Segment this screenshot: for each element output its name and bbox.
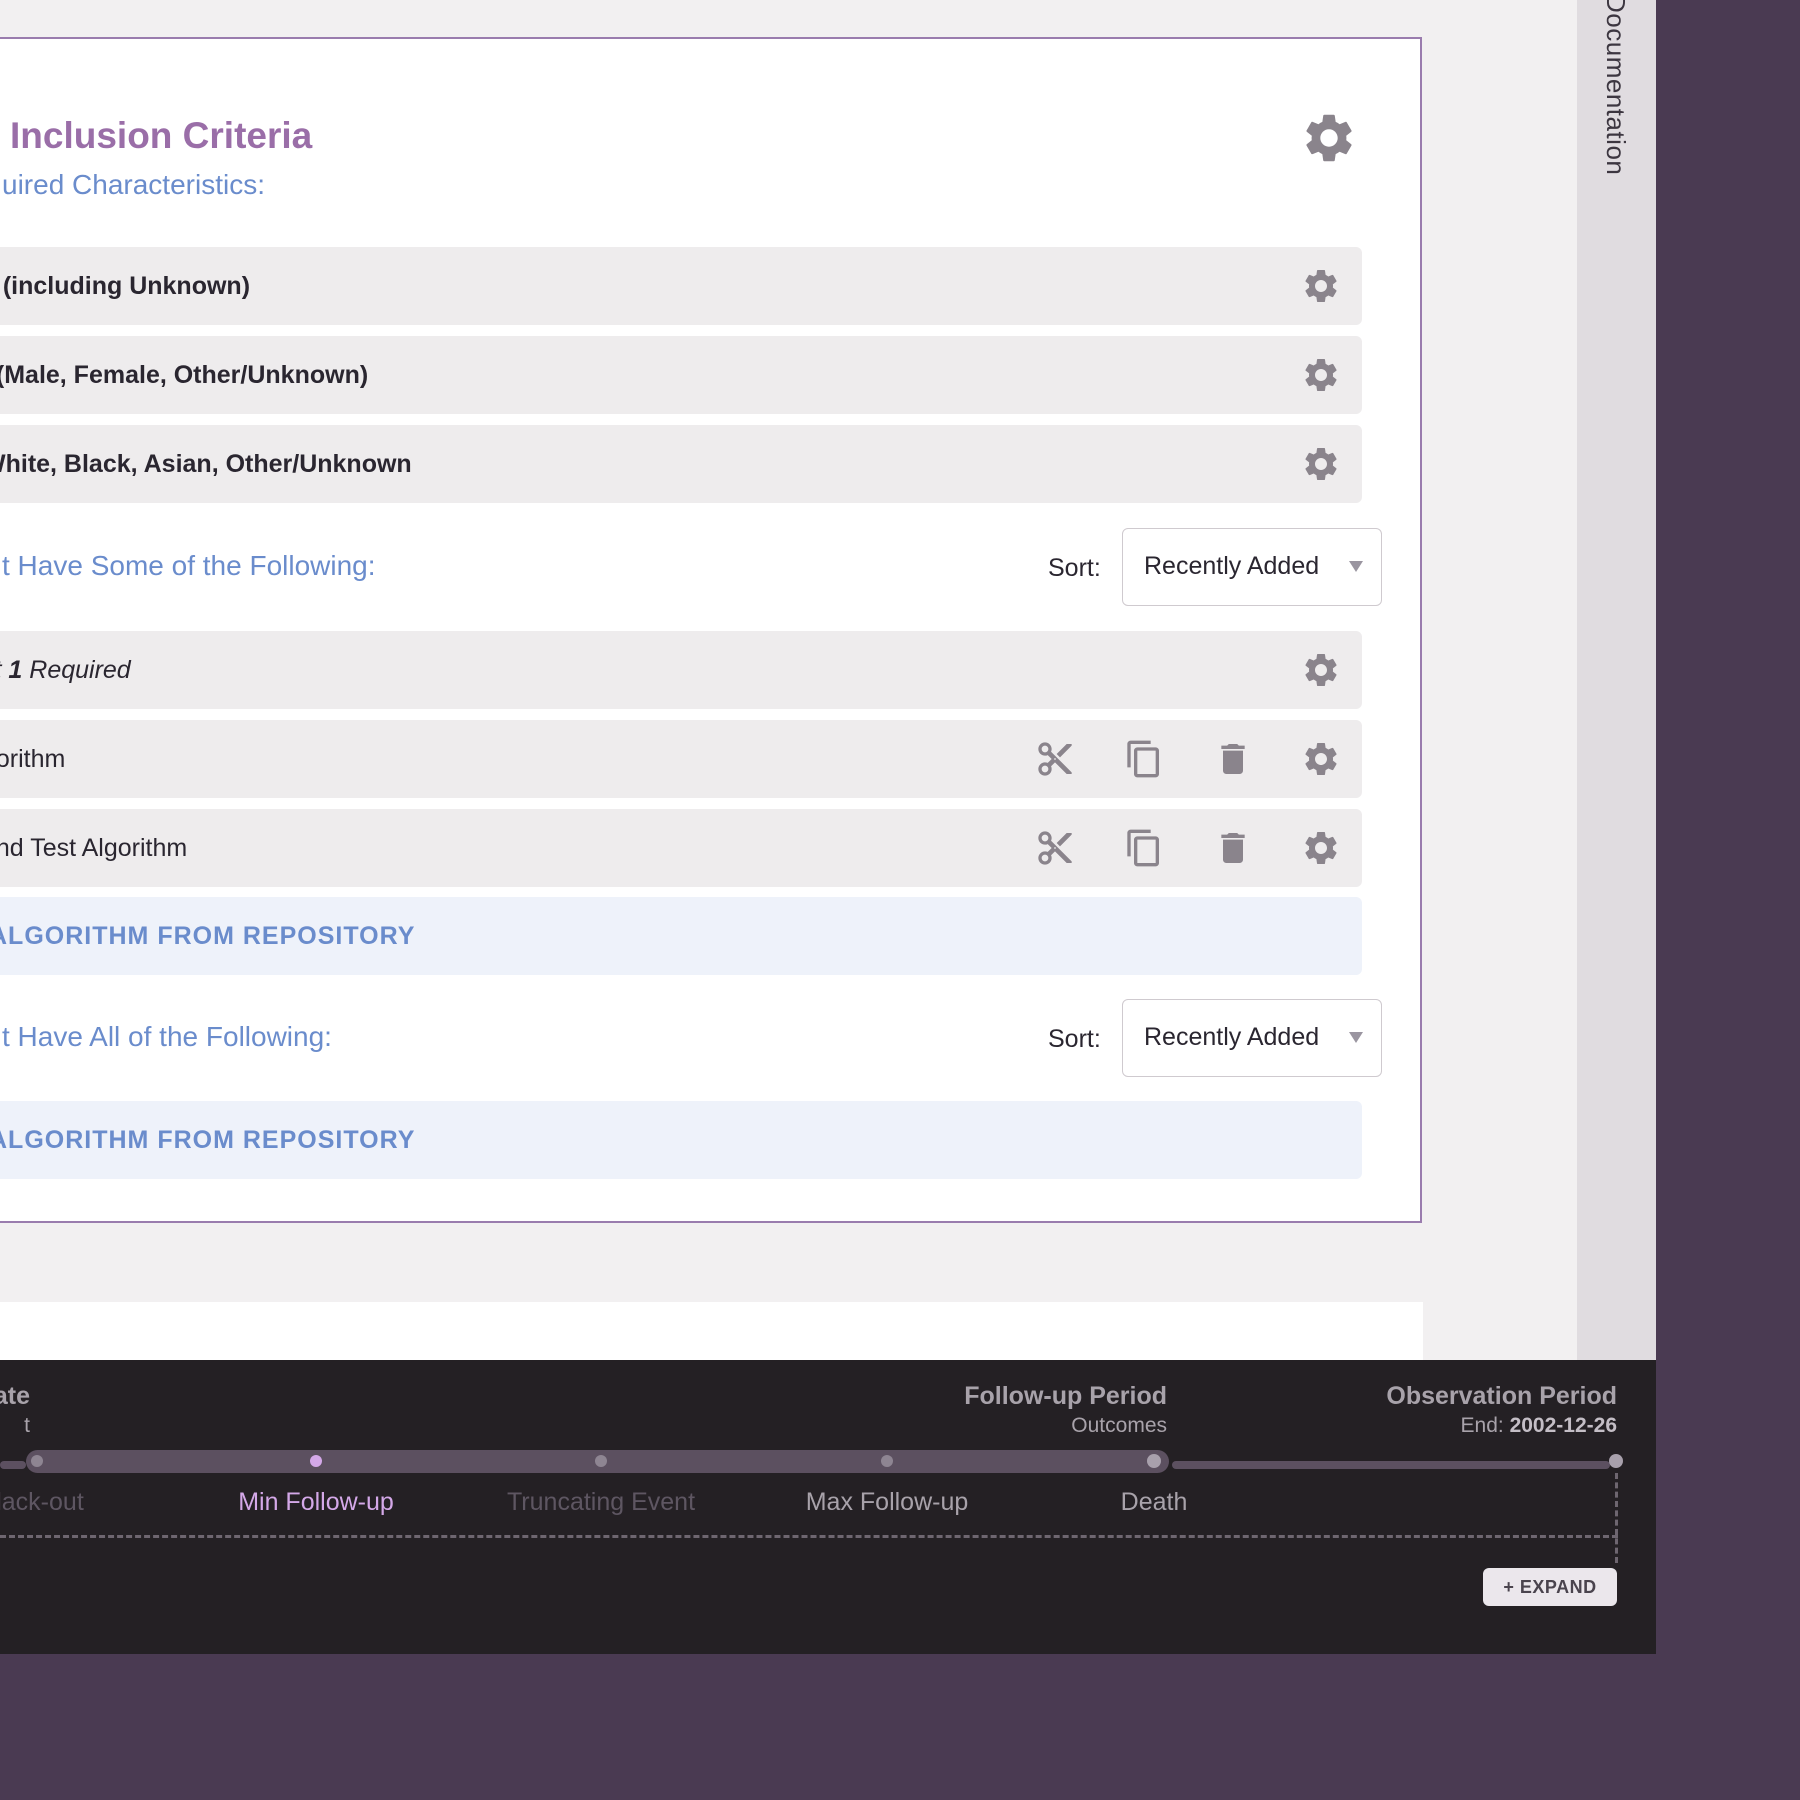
timeline-footer: ate t Follow-up Period Outcomes Observat… bbox=[0, 1360, 1656, 1654]
followup-header-title: Follow-up Period bbox=[964, 1382, 1167, 1410]
add-algorithm-label: ALGORITHM FROM REPOSITORY bbox=[0, 922, 416, 950]
trash-icon[interactable] bbox=[1213, 828, 1253, 868]
timeline-pre-segment bbox=[0, 1461, 26, 1469]
observation-header-title: Observation Period bbox=[1386, 1382, 1617, 1410]
card-settings-gear-icon[interactable] bbox=[1300, 109, 1358, 167]
scissors-cut-icon[interactable] bbox=[1035, 828, 1075, 868]
requirement-count-row[interactable]: st 1 Required bbox=[0, 631, 1362, 709]
event-label-min-followup[interactable]: Min Follow-up bbox=[238, 1488, 394, 1517]
event-label-death[interactable]: Death bbox=[1121, 1488, 1188, 1517]
characteristic-text: l (Male, Female, Other/Unknown) bbox=[0, 361, 369, 389]
event-dot-truncating[interactable] bbox=[595, 1455, 607, 1467]
caret-down-icon bbox=[1349, 1032, 1363, 1043]
requirement-suffix: Required bbox=[22, 656, 131, 684]
event-dot-max-followup[interactable] bbox=[881, 1455, 893, 1467]
caret-down-icon bbox=[1349, 561, 1363, 572]
characteristic-row-sex[interactable]: l (Male, Female, Other/Unknown) bbox=[0, 336, 1362, 414]
gear-icon[interactable] bbox=[1301, 739, 1341, 779]
index-date-header: ate t bbox=[0, 1382, 30, 1438]
sort-label: Sort: bbox=[1048, 1025, 1101, 1053]
requirement-text: st 1 Required bbox=[0, 631, 131, 709]
trash-icon[interactable] bbox=[1213, 739, 1253, 779]
documentation-tab-label[interactable]: Documentation bbox=[1600, 0, 1631, 175]
event-dot-blackout[interactable] bbox=[31, 1455, 43, 1467]
event-label-blackout[interactable]: lack-out bbox=[0, 1488, 84, 1517]
gear-icon[interactable] bbox=[1301, 355, 1341, 395]
card-title: Inclusion Criteria bbox=[10, 115, 313, 156]
algorithm-name: gorithm bbox=[0, 745, 66, 773]
observation-end-dot[interactable] bbox=[1609, 1454, 1623, 1468]
requirement-count: 1 bbox=[8, 656, 23, 684]
gear-icon[interactable] bbox=[1301, 444, 1341, 484]
index-header-subtitle: t bbox=[24, 1414, 30, 1437]
expand-timeline-button[interactable]: + EXPAND bbox=[1483, 1568, 1617, 1606]
gear-icon[interactable] bbox=[1301, 828, 1341, 868]
event-dot-min-followup[interactable] bbox=[310, 1455, 322, 1467]
all-section-label: t Have All of the Following: bbox=[2, 1021, 332, 1052]
followup-period-header: Follow-up Period Outcomes bbox=[867, 1382, 1167, 1438]
characteristic-row-race[interactable]: White, Black, Asian, Other/Unknown bbox=[0, 425, 1362, 503]
event-dot-death[interactable] bbox=[1147, 1454, 1161, 1468]
sort-label: Sort: bbox=[1048, 554, 1101, 582]
timeline-track bbox=[0, 1450, 1623, 1480]
some-section-label: t Have Some of the Following: bbox=[2, 550, 376, 581]
gear-icon[interactable] bbox=[1301, 266, 1341, 306]
sort-select-value: Recently Added bbox=[1144, 1023, 1320, 1051]
characteristic-text: White, Black, Asian, Other/Unknown bbox=[0, 450, 412, 478]
event-label-max-followup[interactable]: Max Follow-up bbox=[806, 1488, 969, 1517]
sort-select-some[interactable]: Recently Added bbox=[1122, 528, 1382, 606]
add-algorithm-label: ALGORITHM FROM REPOSITORY bbox=[0, 1126, 416, 1154]
required-characteristics-label: uired Characteristics: bbox=[2, 169, 265, 200]
index-header-title: ate bbox=[0, 1382, 30, 1410]
add-algorithm-from-repository-button[interactable]: ALGORITHM FROM REPOSITORY bbox=[0, 1101, 1362, 1179]
algorithm-name: ond Test Algorithm bbox=[0, 834, 188, 862]
copy-icon[interactable] bbox=[1124, 739, 1164, 779]
add-algorithm-from-repository-button[interactable]: ALGORITHM FROM REPOSITORY bbox=[0, 897, 1362, 975]
characteristic-row-age[interactable]: ll (including Unknown) bbox=[0, 247, 1362, 325]
observation-period-header: Observation Period End: 2002-12-26 bbox=[1317, 1382, 1617, 1438]
app-window: Documentation Inclusion Criteria uired C… bbox=[0, 0, 1656, 1654]
algorithm-row[interactable]: gorithm bbox=[0, 720, 1362, 798]
gear-icon[interactable] bbox=[1301, 650, 1341, 690]
copy-icon[interactable] bbox=[1124, 828, 1164, 868]
observation-bracket-vertical bbox=[1615, 1473, 1618, 1563]
inclusion-criteria-card: Inclusion Criteria uired Characteristics… bbox=[0, 37, 1422, 1223]
sort-select-value: Recently Added bbox=[1144, 552, 1320, 580]
documentation-panel-tab[interactable] bbox=[1577, 0, 1656, 1360]
scissors-cut-icon[interactable] bbox=[1035, 739, 1075, 779]
algorithm-row[interactable]: ond Test Algorithm bbox=[0, 809, 1362, 887]
characteristic-text: ll (including Unknown) bbox=[0, 272, 251, 300]
followup-header-subtitle: Outcomes bbox=[1071, 1414, 1167, 1437]
sort-select-all[interactable]: Recently Added bbox=[1122, 999, 1382, 1077]
observation-bracket-horizontal bbox=[0, 1535, 1618, 1538]
observation-end: End: 2002-12-26 bbox=[1317, 1414, 1617, 1438]
observation-end-label: End: bbox=[1460, 1414, 1510, 1437]
observation-end-date: 2002-12-26 bbox=[1509, 1414, 1617, 1437]
observation-segment bbox=[1172, 1461, 1610, 1469]
event-label-truncating[interactable]: Truncating Event bbox=[507, 1488, 695, 1517]
